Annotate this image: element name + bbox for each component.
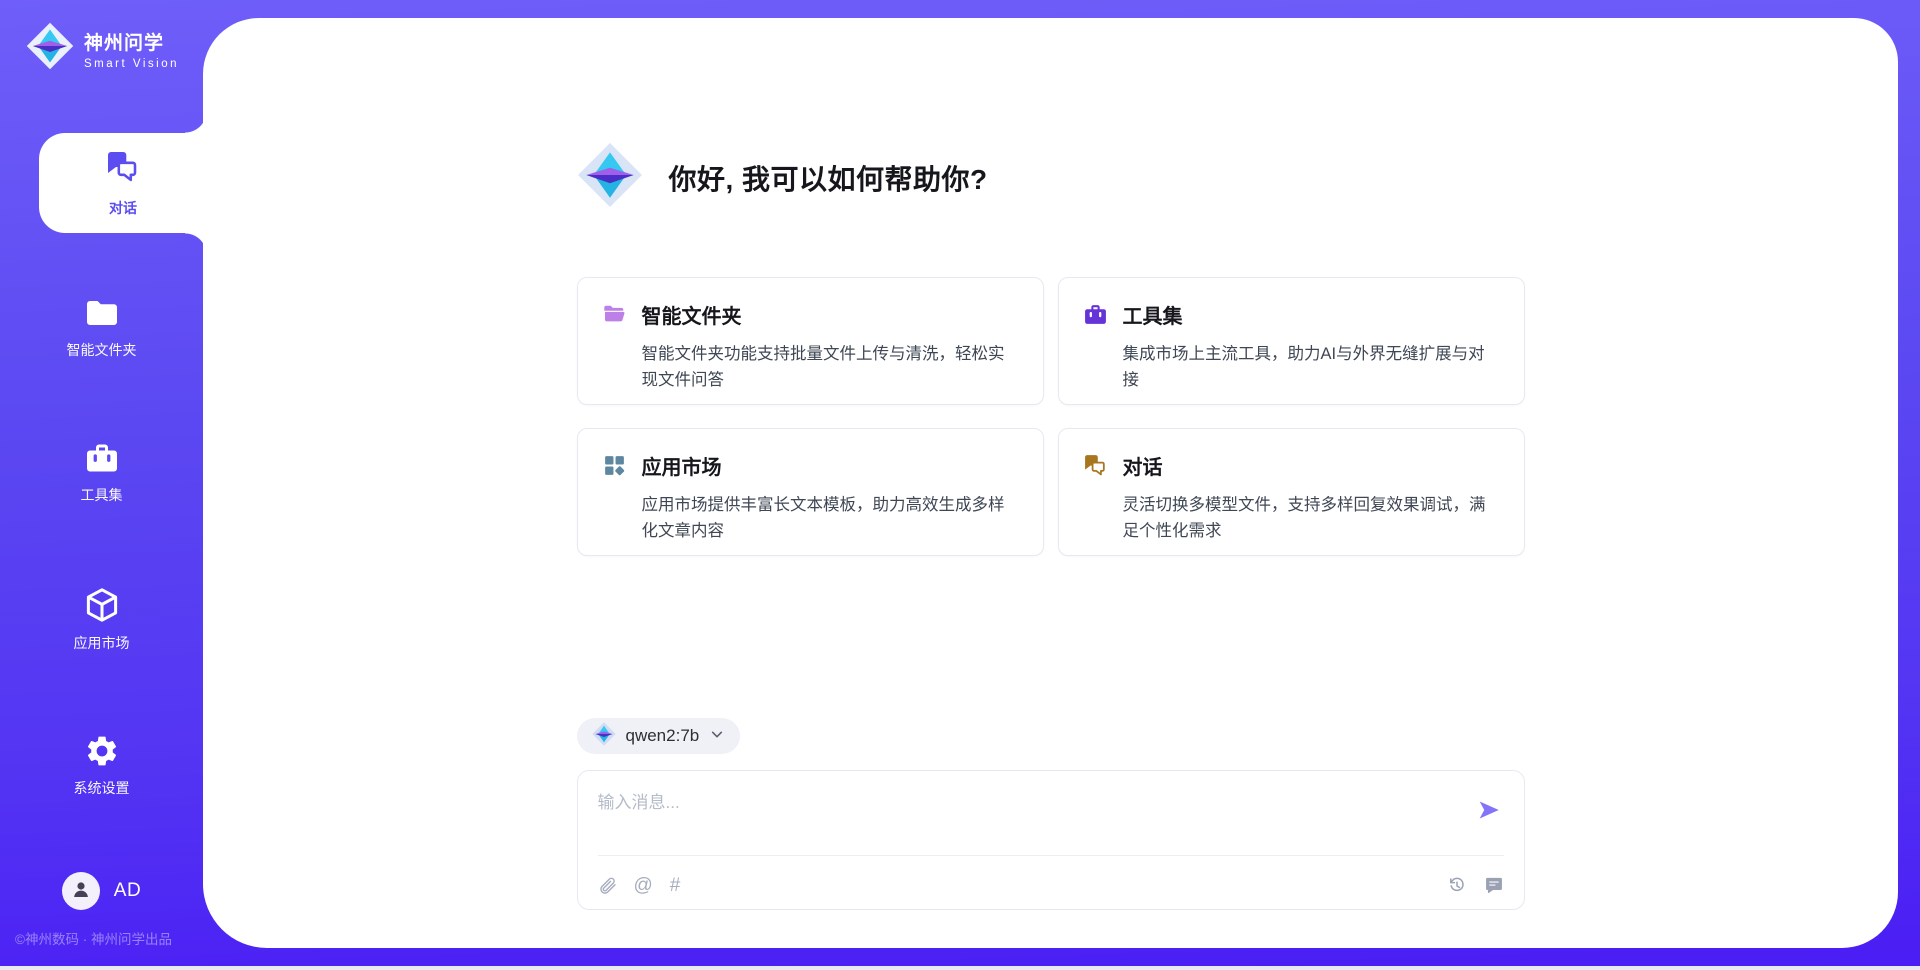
chat-bubbles-icon — [105, 149, 141, 190]
brand-name: 神州问学 — [84, 28, 179, 55]
composer-toolbar: @ # — [598, 875, 1504, 895]
card-smart-folder[interactable]: 智能文件夹 智能文件夹功能支持批量文件上传与清洗，轻松实现文件问答 — [577, 277, 1044, 405]
sidebar-item-label: 对话 — [109, 198, 137, 218]
sidebar-item-label: 应用市场 — [74, 633, 130, 653]
feature-cards: 智能文件夹 智能文件夹功能支持批量文件上传与清洗，轻松实现文件问答 工具集 集成… — [577, 277, 1525, 556]
card-description: 智能文件夹功能支持批量文件上传与清洗，轻松实现文件问答 — [642, 341, 1019, 393]
message-composer: @ # — [577, 770, 1525, 910]
card-toolset[interactable]: 工具集 集成市场上主流工具，助力AI与外界无缝扩展与对接 — [1058, 277, 1525, 405]
chat-bubbles-icon — [1083, 451, 1123, 483]
message-input[interactable] — [598, 788, 1448, 844]
brand-logo: 神州问学 Smart Vision — [26, 22, 179, 75]
briefcase-icon — [1083, 300, 1123, 332]
diamond-gem-icon — [577, 142, 643, 213]
app-background: 神州问学 Smart Vision 对话 智能文件夹 — [0, 0, 1920, 966]
chat-square-icon[interactable] — [1484, 875, 1504, 895]
folder-icon — [84, 295, 120, 331]
card-title: 工具集 — [1123, 300, 1500, 332]
greeting-block: 你好, 我可以如何帮助你? — [577, 142, 988, 213]
user-name: AD — [114, 880, 141, 902]
card-title: 对话 — [1123, 451, 1500, 483]
sidebar-item-settings[interactable]: 系统设置 — [0, 733, 203, 798]
card-description: 应用市场提供丰富长文本模板，助力高效生成多样化文章内容 — [642, 492, 1019, 544]
sidebar: 神州问学 Smart Vision 对话 智能文件夹 — [0, 0, 203, 966]
chevron-down-icon — [709, 726, 725, 747]
briefcase-icon — [84, 440, 120, 476]
history-icon[interactable] — [1447, 875, 1467, 895]
app-grid-icon — [602, 451, 642, 483]
sidebar-item-label: 智能文件夹 — [67, 340, 137, 360]
diamond-gem-icon — [26, 22, 74, 75]
sidebar-item-toolset[interactable]: 工具集 — [0, 440, 203, 505]
gear-icon — [84, 733, 120, 769]
sidebar-item-label: 系统设置 — [74, 778, 130, 798]
mention-icon[interactable]: @ — [634, 876, 653, 895]
sidebar-item-chat[interactable]: 对话 — [39, 133, 207, 233]
model-name: qwen2:7b — [626, 726, 700, 746]
person-icon — [69, 877, 93, 906]
sidebar-footer: ©神州数码 · 神州问学出品 — [15, 928, 172, 948]
sidebar-item-label: 工具集 — [81, 485, 123, 505]
topic-icon[interactable]: # — [670, 876, 681, 895]
card-app-market[interactable]: 应用市场 应用市场提供丰富长文本模板，助力高效生成多样化文章内容 — [577, 428, 1044, 556]
card-title: 智能文件夹 — [642, 300, 1019, 332]
cube-icon — [83, 586, 121, 624]
brand-subtitle: Smart Vision — [84, 58, 179, 70]
model-selector[interactable]: qwen2:7b — [577, 718, 741, 754]
send-icon[interactable] — [1476, 797, 1502, 823]
paperclip-icon[interactable] — [598, 876, 617, 895]
folder-open-icon — [602, 300, 642, 332]
user-account[interactable]: AD — [0, 872, 203, 910]
main-panel: 你好, 我可以如何帮助你? 智能文件夹 智能文件夹功能支持批量文件上传与清洗，轻… — [203, 18, 1898, 948]
greeting-title: 你好, 我可以如何帮助你? — [669, 158, 988, 198]
card-title: 应用市场 — [642, 451, 1019, 483]
sidebar-item-smart-folder[interactable]: 智能文件夹 — [0, 295, 203, 360]
sidebar-item-app-market[interactable]: 应用市场 — [0, 586, 203, 653]
avatar — [62, 872, 100, 910]
composer-divider — [598, 855, 1504, 856]
diamond-gem-icon — [592, 722, 616, 751]
card-description: 灵活切换多模型文件，支持多样回复效果调试，满足个性化需求 — [1123, 492, 1500, 544]
card-description: 集成市场上主流工具，助力AI与外界无缝扩展与对接 — [1123, 341, 1500, 393]
card-chat[interactable]: 对话 灵活切换多模型文件，支持多样回复效果调试，满足个性化需求 — [1058, 428, 1525, 556]
